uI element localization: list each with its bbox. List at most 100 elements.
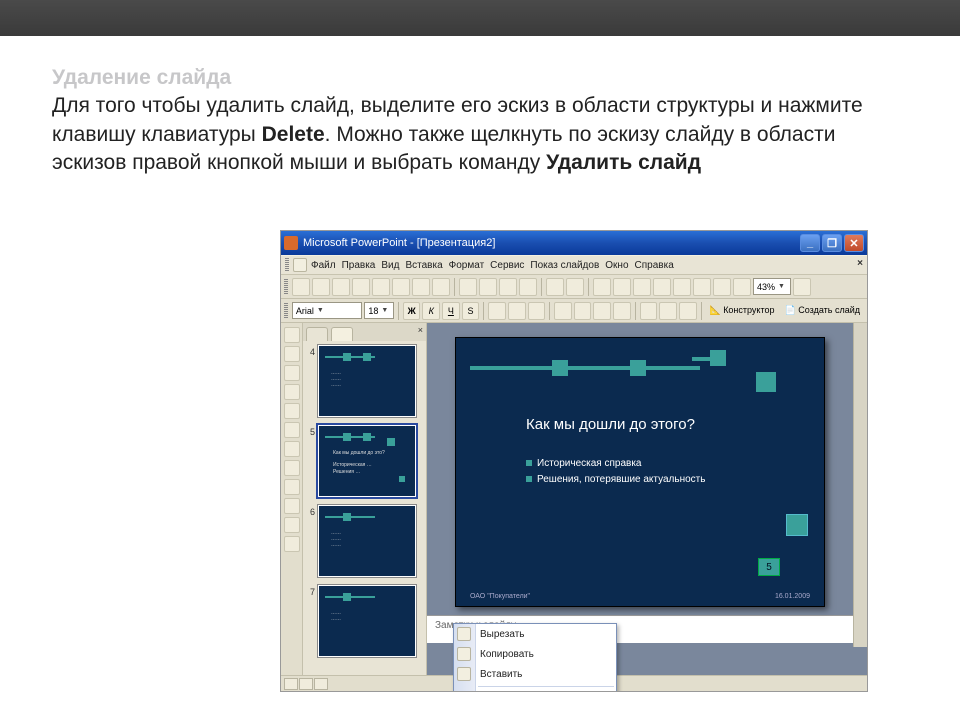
permission-icon[interactable] — [352, 278, 370, 296]
slide-thumbnail-selected[interactable]: Как мы дошли до это? Историческая … Реше… — [318, 425, 416, 497]
outline-tab[interactable] — [306, 327, 328, 341]
close-button[interactable]: ✕ — [844, 234, 864, 252]
slide-bullet[interactable]: Историческая справка — [526, 458, 642, 469]
menu-edit[interactable]: Правка — [342, 260, 376, 271]
increase-indent-icon[interactable] — [659, 302, 677, 320]
slideshow-view-icon[interactable] — [314, 678, 328, 690]
menu-tools[interactable]: Сервис — [490, 260, 524, 271]
align-center-icon[interactable] — [508, 302, 526, 320]
menu-format[interactable]: Формат — [449, 260, 485, 271]
menu-view[interactable]: Вид — [381, 260, 399, 271]
slide-canvas[interactable]: Как мы дошли до этого? Историческая спра… — [455, 337, 825, 607]
menu-help[interactable]: Справка — [635, 260, 674, 271]
preview-icon[interactable] — [392, 278, 410, 296]
slide-footer-right: 16.01.2009 — [775, 593, 810, 600]
color-icon[interactable] — [733, 278, 751, 296]
slide-thumbnail[interactable]: ………… — [318, 585, 416, 657]
new-slide-button[interactable]: 📄 Создать слайд — [781, 305, 864, 316]
print-icon[interactable] — [372, 278, 390, 296]
new-slide-label: Создать слайд — [798, 305, 860, 315]
menu-slideshow[interactable]: Показ слайдов — [530, 260, 599, 271]
scrollbar[interactable] — [853, 323, 867, 647]
sorter-view-icon[interactable] — [299, 678, 313, 690]
tool-icon[interactable] — [284, 536, 300, 552]
normal-view-icon[interactable] — [284, 678, 298, 690]
underline-button[interactable]: Ч — [442, 302, 460, 320]
cut-icon[interactable] — [459, 278, 477, 296]
app-menu-icon[interactable] — [293, 258, 307, 272]
new-icon[interactable] — [292, 278, 310, 296]
help-icon[interactable] — [793, 278, 811, 296]
show-formatting-icon[interactable] — [693, 278, 711, 296]
maximize-button[interactable]: ❐ — [822, 234, 842, 252]
format-painter-icon[interactable] — [519, 278, 537, 296]
slide-thumbnail[interactable]: ……………… — [318, 345, 416, 417]
tables-icon[interactable] — [633, 278, 651, 296]
thumb-row[interactable]: 7 ………… — [305, 585, 424, 657]
tool-icon[interactable] — [284, 403, 300, 419]
thumb-row[interactable]: 6 ……………… — [305, 505, 424, 577]
chart-icon[interactable] — [593, 278, 611, 296]
decor-square — [756, 372, 776, 392]
bullets-icon[interactable] — [574, 302, 592, 320]
tool-icon[interactable] — [284, 327, 300, 343]
zoom-combo[interactable]: 43%▼ — [753, 278, 791, 295]
hyperlink-icon[interactable] — [653, 278, 671, 296]
research-icon[interactable] — [432, 278, 450, 296]
menu-window[interactable]: Окно — [605, 260, 628, 271]
font-combo[interactable]: Arial▼ — [292, 302, 362, 319]
chevron-down-icon: ▼ — [317, 307, 324, 314]
thumb-row[interactable]: 5 Как мы дошли до это? Историческая … Ре… — [305, 425, 424, 497]
spell-icon[interactable] — [412, 278, 430, 296]
expand-icon[interactable] — [673, 278, 691, 296]
tool-icon[interactable] — [284, 422, 300, 438]
thumb-row[interactable]: 4 ……………… — [305, 345, 424, 417]
grid-icon[interactable] — [713, 278, 731, 296]
grip-icon[interactable] — [285, 258, 289, 272]
close-panel-button[interactable]: × — [418, 325, 423, 335]
separator — [483, 302, 484, 320]
undo-icon[interactable] — [546, 278, 564, 296]
numbering-icon[interactable] — [554, 302, 572, 320]
tool-icon[interactable] — [284, 498, 300, 514]
tool-icon[interactable] — [284, 479, 300, 495]
redo-icon[interactable] — [566, 278, 584, 296]
menu-file[interactable]: Файл — [311, 260, 336, 271]
decrease-font-icon[interactable] — [613, 302, 631, 320]
tool-icon[interactable] — [284, 441, 300, 457]
slide-bullet[interactable]: Решения, потерявшие актуальность — [526, 474, 705, 485]
grip-icon[interactable] — [284, 279, 288, 295]
table-icon[interactable] — [613, 278, 631, 296]
ctx-paste[interactable]: Вставить — [454, 664, 616, 684]
paste-icon[interactable] — [499, 278, 517, 296]
decrease-indent-icon[interactable] — [640, 302, 658, 320]
ctx-cut[interactable]: Вырезать — [454, 624, 616, 644]
font-size-combo[interactable]: 18▼ — [364, 302, 393, 319]
grip-icon[interactable] — [284, 303, 288, 319]
slide-thumbnail[interactable]: ……………… — [318, 505, 416, 577]
copy-icon[interactable] — [479, 278, 497, 296]
menu-insert[interactable]: Вставка — [405, 260, 442, 271]
save-icon[interactable] — [332, 278, 350, 296]
tool-icon[interactable] — [284, 384, 300, 400]
tool-icon[interactable] — [284, 460, 300, 476]
font-color-icon[interactable] — [679, 302, 697, 320]
ctx-copy[interactable]: Копировать — [454, 644, 616, 664]
thumbnails: 4 ……………… 5 Как мы дошли — [303, 341, 426, 669]
bold-button[interactable]: Ж — [403, 302, 421, 320]
slide-title[interactable]: Как мы дошли до этого? — [526, 416, 695, 433]
tool-icon[interactable] — [284, 346, 300, 362]
minimize-button[interactable]: _ — [800, 234, 820, 252]
doc-close-button[interactable]: × — [857, 258, 863, 269]
align-right-icon[interactable] — [528, 302, 546, 320]
slides-tab[interactable] — [331, 327, 353, 341]
italic-button[interactable]: К — [422, 302, 440, 320]
tool-icon[interactable] — [284, 365, 300, 381]
title-bar[interactable]: Microsoft PowerPoint - [Презентация2] _ … — [281, 231, 867, 255]
align-left-icon[interactable] — [488, 302, 506, 320]
increase-font-icon[interactable] — [593, 302, 611, 320]
shadow-button[interactable]: S — [462, 302, 480, 320]
open-icon[interactable] — [312, 278, 330, 296]
design-button[interactable]: 📐 Конструктор — [705, 305, 778, 316]
tool-icon[interactable] — [284, 517, 300, 533]
